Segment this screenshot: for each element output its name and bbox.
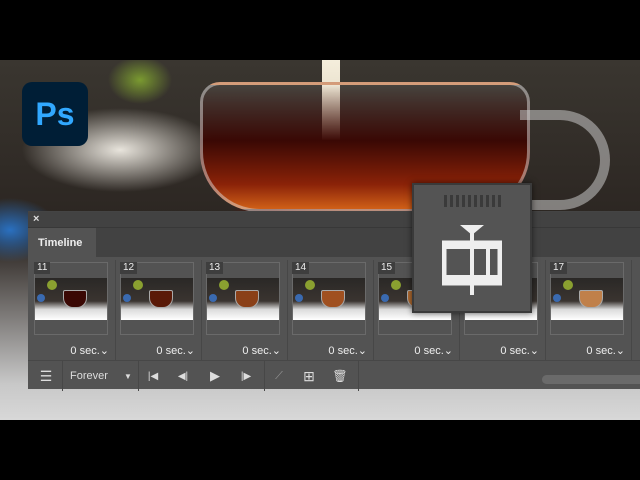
trash-icon[interactable]: 🗑 bbox=[331, 367, 349, 385]
frame-number: 11 bbox=[34, 262, 51, 274]
frame-delay-select[interactable]: 0 sec.⌄ bbox=[586, 344, 625, 357]
frame-number: 17 bbox=[550, 262, 568, 274]
frame-delay-select[interactable]: 0 sec.⌄ bbox=[328, 344, 367, 357]
next-frame-button[interactable]: |▶ bbox=[237, 367, 255, 385]
animation-frame[interactable]: 17 0 sec.⌄ bbox=[546, 260, 632, 360]
frame-thumbnail bbox=[207, 278, 279, 320]
tween-icon[interactable]: ⟋ bbox=[270, 367, 288, 385]
frame-number: 12 bbox=[120, 262, 138, 274]
frame-number: 15 bbox=[378, 262, 396, 274]
frame-delay-select[interactable]: 0 sec.⌄ bbox=[156, 344, 195, 357]
frame-number: 14 bbox=[292, 262, 310, 274]
previous-frame-button[interactable]: ◀| bbox=[174, 367, 192, 385]
tab-bar: Timeline bbox=[28, 227, 640, 258]
frame-thumbnail bbox=[293, 278, 365, 320]
close-icon[interactable]: × bbox=[33, 213, 39, 225]
animation-frame[interactable]: 12 0 sec.⌄ bbox=[116, 260, 202, 360]
frame-delay-select[interactable]: 0 sec.⌄ bbox=[500, 344, 539, 357]
film-frame-icon bbox=[442, 225, 502, 295]
photoshop-logo: Ps bbox=[22, 82, 88, 146]
timeline-toolbar: ☰ Forever ▼ |◀ ◀| ▶ |▶ ⟋ ⊞ 🗑 bbox=[28, 360, 640, 391]
timeline-panel: × Timeline 11 0 sec.⌄ 12 0 sec.⌄ 13 0 se… bbox=[28, 211, 640, 391]
frame-thumbnail bbox=[551, 278, 623, 320]
convert-to-video-timeline-icon[interactable]: ☰ bbox=[36, 367, 56, 385]
frame-strip: 11 0 sec.⌄ 12 0 sec.⌄ 13 0 sec.⌄ 14 0 se… bbox=[28, 260, 640, 360]
first-frame-button[interactable]: |◀ bbox=[144, 367, 162, 385]
frame-thumbnail bbox=[35, 278, 107, 320]
animation-frame[interactable]: 13 0 sec.⌄ bbox=[202, 260, 288, 360]
panel-close-bar: × bbox=[28, 212, 640, 227]
new-frame-icon[interactable]: ⊞ bbox=[300, 367, 318, 385]
frame-delay-select[interactable]: 0 sec.⌄ bbox=[242, 344, 281, 357]
frame-delay-select[interactable]: 0 sec.⌄ bbox=[70, 344, 109, 357]
tab-timeline[interactable]: Timeline bbox=[28, 228, 96, 258]
drag-grip bbox=[444, 195, 504, 207]
animation-frame[interactable]: 11 0 sec.⌄ bbox=[30, 260, 116, 360]
chevron-down-icon[interactable]: ▼ bbox=[122, 367, 134, 385]
horizontal-scrollbar[interactable] bbox=[542, 375, 640, 384]
frame-number: 13 bbox=[206, 262, 224, 274]
frame-delay-select[interactable]: 0 sec.⌄ bbox=[414, 344, 453, 357]
cup-handle bbox=[520, 110, 610, 210]
convert-to-frame-animation-overlay bbox=[412, 183, 532, 313]
loop-select[interactable]: Forever bbox=[70, 367, 120, 385]
play-button[interactable]: ▶ bbox=[206, 367, 224, 385]
frame-thumbnail bbox=[121, 278, 193, 320]
animation-frame[interactable]: 14 0 sec.⌄ bbox=[288, 260, 374, 360]
